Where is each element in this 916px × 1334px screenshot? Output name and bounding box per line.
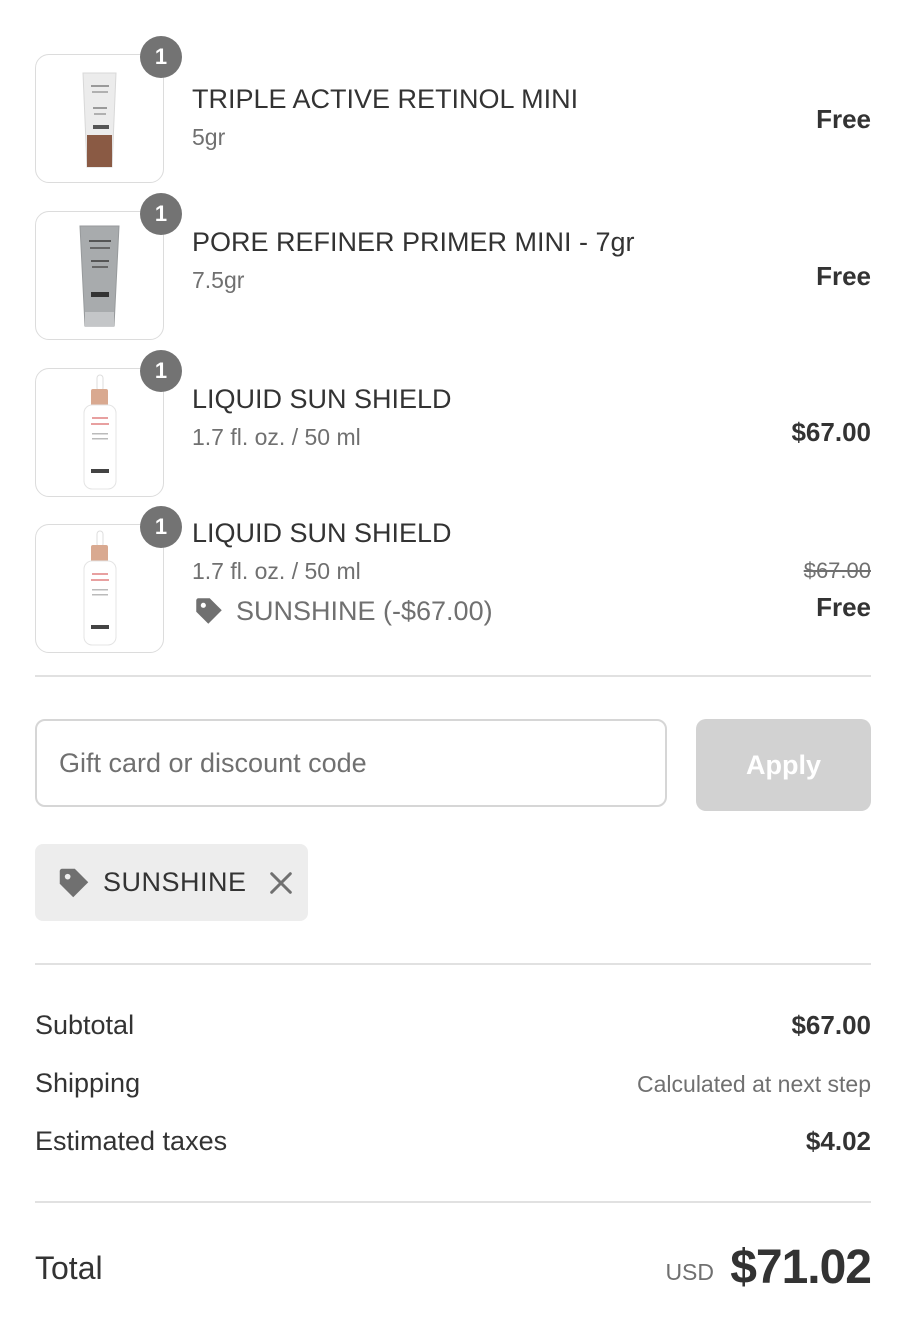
tag-icon xyxy=(59,868,89,897)
product-name: LIQUID SUN SHIELD xyxy=(192,518,452,548)
applied-discount: SUNSHINE (-$67.00) xyxy=(192,594,493,628)
product-name: PORE REFINER PRIMER MINI - 7gr xyxy=(192,227,635,257)
retinol-tube-image xyxy=(82,72,117,168)
quantity-badge: 1 xyxy=(140,193,182,235)
product-variant: 1.7 fl. oz. / 50 ml xyxy=(192,424,361,450)
close-icon[interactable] xyxy=(267,869,295,897)
product-variant: 7.5gr xyxy=(192,267,245,293)
quantity-badge: 1 xyxy=(140,506,182,548)
applied-code-label: SUNSHINE xyxy=(103,867,247,897)
total-label: Total xyxy=(35,1250,103,1286)
line-price: $67.00 xyxy=(791,417,871,447)
taxes-value: $4.02 xyxy=(805,1126,871,1156)
line-item: 1 PORE REFINER PRIMER MINI - 7gr 7.5gr F… xyxy=(35,193,871,341)
product-thumbnail: 1 xyxy=(35,36,182,183)
subtotal-label: Subtotal xyxy=(35,1010,135,1040)
dropper-bottle-image xyxy=(83,374,117,490)
apply-button[interactable]: Apply xyxy=(696,719,871,811)
primer-tube-image xyxy=(79,225,120,327)
tag-icon xyxy=(196,598,222,624)
applied-code-chip: SUNSHINE xyxy=(35,844,308,921)
product-thumbnail: 1 xyxy=(35,350,182,497)
product-variant: 1.7 fl. oz. / 50 ml xyxy=(192,558,361,584)
product-thumbnail: 1 xyxy=(35,506,182,653)
product-name: TRIPLE ACTIVE RETINOL MINI xyxy=(192,84,579,114)
quantity-badge: 1 xyxy=(140,36,182,78)
product-variant: 5gr xyxy=(192,124,226,150)
shipping-value: Calculated at next step xyxy=(637,1071,871,1097)
product-name: LIQUID SUN SHIELD xyxy=(192,384,452,414)
dropper-bottle-image xyxy=(83,530,117,646)
line-item: 1 TRIPLE ACTIVE RETINOL MINI 5gr Free xyxy=(35,36,871,184)
total-currency: USD xyxy=(665,1259,714,1285)
line-item: 1 LIQUID SUN SHIELD 1.7 fl. oz. / 50 ml … xyxy=(35,350,871,498)
total-amount: $71.02 xyxy=(730,1241,872,1294)
line-item: 1 LIQUID SUN SHIELD 1.7 fl. oz. / 50 ml … xyxy=(35,506,871,654)
order-summary: 1 TRIPLE ACTIVE RETINOL MINI 5gr Free 1 … xyxy=(35,0,872,1334)
shipping-label: Shipping xyxy=(35,1068,141,1098)
product-thumbnail: 1 xyxy=(35,193,182,340)
taxes-label: Estimated taxes xyxy=(35,1126,228,1156)
quantity-badge: 1 xyxy=(140,350,182,392)
discount-code-input[interactable] xyxy=(35,719,667,807)
line-price: Free xyxy=(816,261,871,291)
divider xyxy=(35,1201,871,1203)
line-price: Free xyxy=(816,104,871,134)
divider xyxy=(35,963,871,965)
subtotal-value: $67.00 xyxy=(791,1010,871,1040)
divider xyxy=(35,675,871,677)
line-price: Free xyxy=(816,592,871,622)
discount-label: SUNSHINE (-$67.00) xyxy=(236,595,493,626)
original-price: $67.00 xyxy=(803,558,871,583)
